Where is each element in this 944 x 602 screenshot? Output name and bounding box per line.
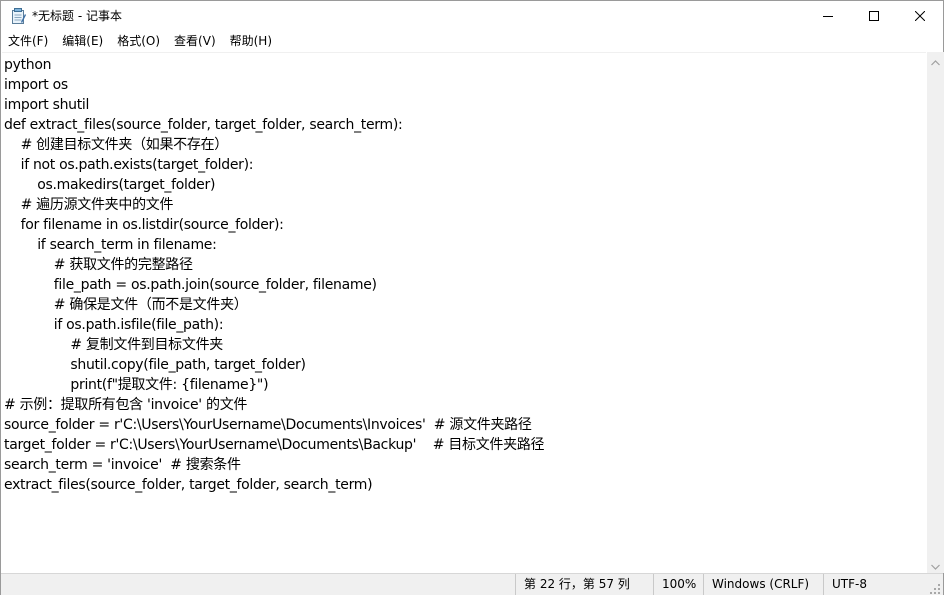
editor-line[interactable]: os.makedirs(target_folder) — [4, 175, 926, 195]
editor-line[interactable]: # 创建目标文件夹（如果不存在） — [4, 135, 926, 155]
editor-line[interactable]: import os — [4, 75, 926, 95]
scroll-up-button[interactable] — [927, 52, 944, 69]
editor-line[interactable]: # 确保是文件（而不是文件夹） — [4, 295, 926, 315]
editor-line[interactable]: search_term = 'invoice' # 搜索条件 — [4, 455, 926, 475]
notepad-window: *无标题 - 记事本 文件(F) 编辑(E) 格式(O) 查看(V) 帮助(H)… — [0, 0, 944, 595]
editor-line[interactable]: if not os.path.exists(target_folder): — [4, 155, 926, 175]
editor-line[interactable]: # 示例：提取所有包含 'invoice' 的文件 — [4, 395, 926, 415]
menu-bar: 文件(F) 编辑(E) 格式(O) 查看(V) 帮助(H) — [1, 31, 943, 51]
editor-line[interactable]: # 遍历源文件夹中的文件 — [4, 195, 926, 215]
title-bar[interactable]: *无标题 - 记事本 — [1, 1, 943, 31]
minimize-button[interactable] — [805, 1, 851, 31]
editor-line[interactable]: if os.path.isfile(file_path): — [4, 315, 926, 335]
editor-line[interactable]: # 获取文件的完整路径 — [4, 255, 926, 275]
line-ending: Windows (CRLF) — [703, 574, 819, 595]
notepad-app-icon — [11, 8, 26, 24]
scroll-up-icon — [931, 51, 940, 70]
close-icon — [915, 11, 925, 21]
menu-edit[interactable]: 编辑(E) — [55, 31, 110, 51]
editor-content[interactable]: python import os import shutil def extra… — [2, 53, 926, 495]
encoding: UTF-8 — [823, 574, 923, 595]
resize-grip-icon[interactable] — [929, 581, 941, 594]
scroll-down-icon — [931, 555, 940, 574]
editor-line[interactable]: target_folder = r'C:\Users\YourUsername\… — [4, 435, 926, 455]
editor-line[interactable]: print(f"提取文件: {filename}") — [4, 375, 926, 395]
cursor-position: 第 22 行，第 57 列 — [515, 574, 653, 595]
editor-line[interactable]: def extract_files(source_folder, target_… — [4, 115, 926, 135]
window-title: *无标题 - 记事本 — [32, 9, 122, 23]
text-editor[interactable]: python import os import shutil def extra… — [2, 52, 926, 573]
editor-line[interactable]: # 复制文件到目标文件夹 — [4, 335, 926, 355]
editor-line[interactable]: source_folder = r'C:\Users\YourUsername\… — [4, 415, 926, 435]
close-button[interactable] — [897, 1, 943, 31]
zoom-level: 100% — [653, 574, 703, 595]
menu-view[interactable]: 查看(V) — [167, 31, 223, 51]
minimize-icon — [823, 11, 833, 21]
status-bar: 第 22 行，第 57 列 100% Windows (CRLF) UTF-8 — [1, 573, 943, 595]
scroll-down-button[interactable] — [927, 556, 944, 573]
menu-file[interactable]: 文件(F) — [1, 31, 55, 51]
maximize-button[interactable] — [851, 1, 897, 31]
editor-line[interactable]: if search_term in filename: — [4, 235, 926, 255]
menu-help[interactable]: 帮助(H) — [223, 31, 279, 51]
editor-line[interactable]: shutil.copy(file_path, target_folder) — [4, 355, 926, 375]
editor-line[interactable]: import shutil — [4, 95, 926, 115]
editor-line[interactable]: file_path = os.path.join(source_folder, … — [4, 275, 926, 295]
menu-format[interactable]: 格式(O) — [110, 31, 167, 51]
maximize-icon — [869, 11, 879, 21]
vertical-scrollbar[interactable] — [927, 52, 944, 573]
editor-line[interactable]: for filename in os.listdir(source_folder… — [4, 215, 926, 235]
editor-line[interactable]: extract_files(source_folder, target_fold… — [4, 475, 926, 495]
editor-line[interactable]: python — [4, 55, 926, 75]
